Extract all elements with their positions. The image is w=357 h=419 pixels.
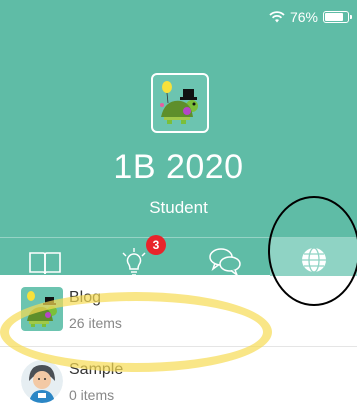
list-item-blog-count: 26 items bbox=[69, 315, 122, 331]
list-item-sample-name: Sample bbox=[69, 361, 124, 378]
tab-journal[interactable]: Journal bbox=[0, 238, 89, 299]
activities-badge: 3 bbox=[146, 235, 166, 255]
chat-bubbles-icon bbox=[208, 248, 241, 276]
list-item-sample-count: 0 items bbox=[69, 387, 115, 403]
tab-bar: Journal 3 Activities Inbox bbox=[0, 235, 357, 299]
battery-icon bbox=[323, 11, 352, 23]
blog-thumbnail bbox=[21, 287, 63, 331]
sample-avatar bbox=[21, 359, 63, 403]
tab-blog[interactable]: Blog bbox=[270, 238, 357, 299]
list-item-blog-name: Blog bbox=[69, 289, 102, 306]
list-item-blog[interactable]: Blog 26 items bbox=[0, 275, 357, 347]
book-icon bbox=[28, 252, 61, 275]
profile-title: 1B 2020 bbox=[113, 148, 244, 186]
tab-activities[interactable]: 3 Activities bbox=[89, 235, 179, 299]
profile-avatar bbox=[151, 73, 209, 133]
globe-icon bbox=[301, 247, 326, 273]
list-item-sample[interactable]: Sample 0 items bbox=[0, 347, 357, 417]
battery-percent: 76% bbox=[289, 9, 318, 25]
status-bar: 76% bbox=[269, 8, 352, 26]
profile-subtitle: Student bbox=[149, 198, 208, 217]
profile-header: 76% 1B 2020 Student Journal bbox=[0, 0, 357, 299]
tab-inbox[interactable]: Inbox bbox=[179, 238, 270, 299]
wifi-icon bbox=[269, 11, 285, 23]
lightbulb-icon bbox=[122, 248, 146, 276]
